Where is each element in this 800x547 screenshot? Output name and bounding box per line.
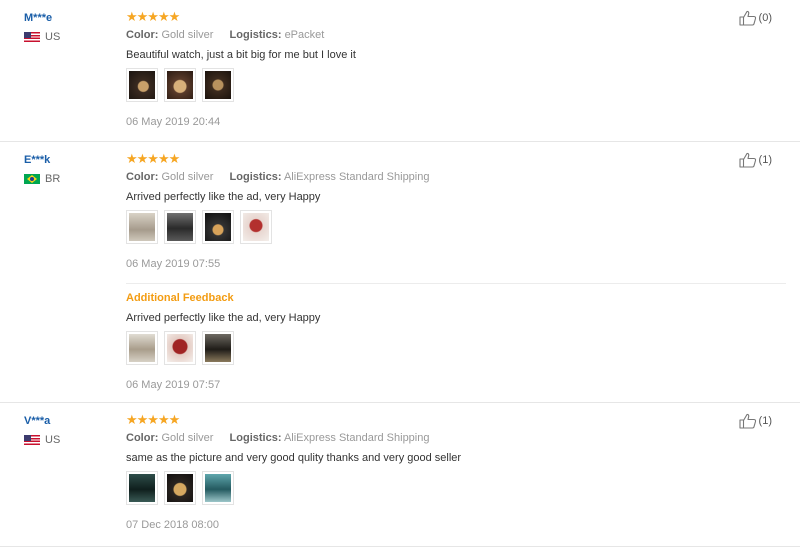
review-photo-thumbnail[interactable]	[126, 331, 158, 365]
reviewer-country: BR	[24, 173, 60, 185]
review-item: E***k BR ★★★★★ Color: Gold silver Logist…	[0, 142, 800, 403]
review-photo-thumbnail[interactable]	[164, 331, 196, 365]
review-content: ★★★★★ Color: Gold silver Logistics: AliE…	[126, 413, 686, 531]
reviewer-country: US	[24, 434, 60, 446]
review-text: same as the picture and very good qulity…	[126, 452, 462, 464]
reviewer-info: V***a US	[24, 413, 60, 446]
review-item: V***a US ★★★★★ Color: Gold silver Logist…	[0, 403, 800, 547]
additional-feedback-date: 06 May 2019 07:57	[126, 379, 221, 391]
review-photos	[126, 68, 686, 102]
review-photo-thumbnail[interactable]	[240, 210, 272, 244]
review-photos	[126, 471, 686, 505]
review-photo-thumbnail[interactable]	[202, 210, 234, 244]
color-value: Gold silver	[161, 29, 214, 41]
helpful-count: (1)	[758, 154, 772, 166]
review-date: 07 Dec 2018 08:00	[126, 519, 219, 531]
country-code: US	[45, 434, 61, 446]
logistics-value: AliExpress Standard Shipping	[283, 171, 430, 183]
color-label: Color:	[126, 432, 159, 444]
review-photo-thumbnail[interactable]	[202, 471, 234, 505]
review-meta: Color: Gold silver Logistics: AliExpress…	[126, 171, 686, 183]
review-photo-thumbnail[interactable]	[126, 471, 158, 505]
helpful-button[interactable]: (0)	[738, 10, 772, 26]
review-meta: Color: Gold silver Logistics: ePacket	[126, 29, 686, 41]
additional-feedback-title: Additional Feedback	[126, 292, 234, 304]
color-label: Color:	[126, 171, 159, 183]
us-flag-icon	[24, 435, 40, 445]
review-content: ★★★★★ Color: Gold silver Logistics: ePac…	[126, 10, 686, 128]
country-code: US	[45, 31, 61, 43]
color-value: Gold silver	[161, 171, 214, 183]
star-rating: ★★★★★	[126, 412, 180, 427]
review-date: 06 May 2019 07:55	[126, 258, 221, 270]
review-photo-thumbnail[interactable]	[164, 471, 196, 505]
review-text: Beautiful watch, just a bit big for me b…	[126, 49, 356, 61]
star-rating: ★★★★★	[126, 9, 180, 24]
logistics-value: ePacket	[284, 29, 325, 41]
review-text: Arrived perfectly like the ad, very Happ…	[126, 191, 321, 203]
reviewer-name: V***a	[24, 415, 51, 427]
reviewer-name: M***e	[24, 12, 53, 24]
thumbs-up-icon	[738, 413, 756, 429]
helpful-count: (1)	[758, 415, 772, 427]
helpful-button[interactable]: (1)	[738, 152, 772, 168]
review-photos	[126, 210, 686, 244]
country-code: BR	[45, 173, 61, 185]
reviewer-name: E***k	[24, 154, 51, 166]
logistics-label: Logistics:	[229, 432, 282, 444]
additional-feedback-text: Arrived perfectly like the ad, very Happ…	[126, 312, 321, 324]
reviewer-info: E***k BR	[24, 152, 60, 185]
review-photo-thumbnail[interactable]	[164, 210, 196, 244]
review-photo-thumbnail[interactable]	[164, 68, 196, 102]
review-list: M***e US ★★★★★ Color: Gold silver Logist…	[0, 0, 800, 547]
review-item: M***e US ★★★★★ Color: Gold silver Logist…	[0, 0, 800, 142]
divider	[126, 283, 786, 284]
additional-feedback: Additional Feedback Arrived perfectly li…	[126, 292, 686, 391]
thumbs-up-icon	[738, 152, 756, 168]
star-rating: ★★★★★	[126, 151, 180, 166]
helpful-button[interactable]: (1)	[738, 413, 772, 429]
logistics-label: Logistics:	[229, 29, 282, 41]
review-photo-thumbnail[interactable]	[126, 210, 158, 244]
additional-feedback-photos	[126, 331, 686, 365]
br-flag-icon	[24, 174, 40, 184]
us-flag-icon	[24, 32, 40, 42]
logistics-value: AliExpress Standard Shipping	[283, 432, 430, 444]
reviewer-info: M***e US	[24, 10, 60, 43]
review-date: 06 May 2019 20:44	[126, 116, 221, 128]
review-meta: Color: Gold silver Logistics: AliExpress…	[126, 432, 686, 444]
review-content: ★★★★★ Color: Gold silver Logistics: AliE…	[126, 152, 686, 270]
review-photo-thumbnail[interactable]	[202, 331, 234, 365]
color-value: Gold silver	[161, 432, 214, 444]
reviewer-country: US	[24, 31, 60, 43]
color-label: Color:	[126, 29, 159, 41]
logistics-label: Logistics:	[229, 171, 282, 183]
review-photo-thumbnail[interactable]	[202, 68, 234, 102]
review-photo-thumbnail[interactable]	[126, 68, 158, 102]
helpful-count: (0)	[758, 12, 772, 24]
thumbs-up-icon	[738, 10, 756, 26]
